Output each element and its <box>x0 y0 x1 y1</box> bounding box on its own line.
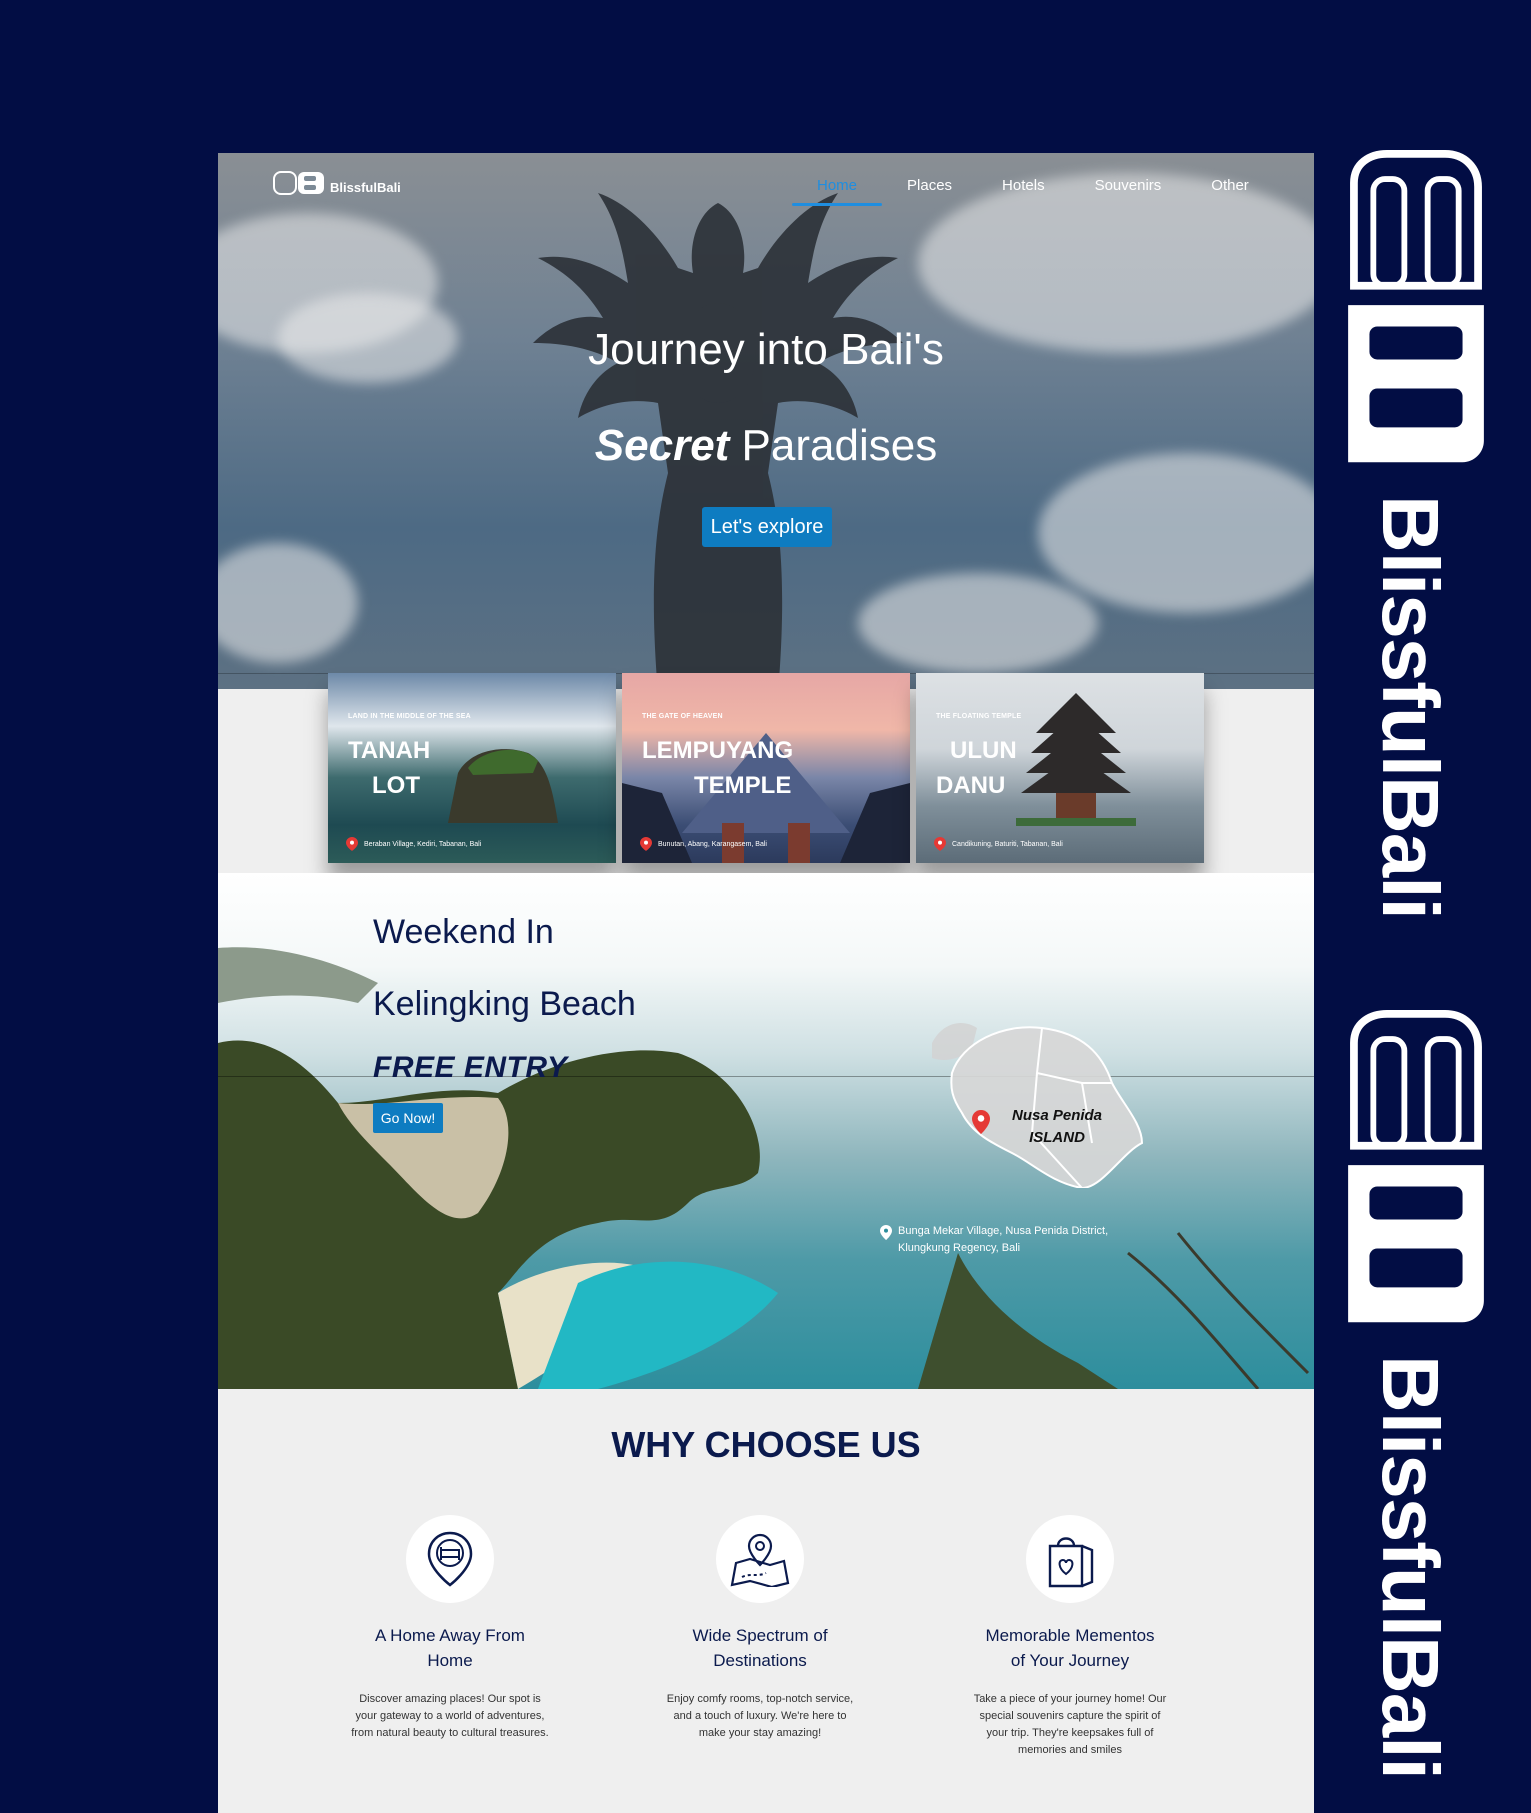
feature-description: Discover amazing places! Our spot is you… <box>351 1693 549 1739</box>
brand-vertical-top: BlissfulBali <box>1346 150 1486 930</box>
why-choose-us-section: WHY CHOOSE US A Home Away From Home Disco… <box>218 0 1314 1813</box>
feature-icon-circle <box>406 1515 494 1603</box>
hotel-pin-icon <box>427 1531 473 1587</box>
feature-home: A Home Away From Home Discover amazing pl… <box>320 1515 580 1742</box>
brand-b-logo-icon <box>1348 1010 1484 1323</box>
brand-b-logo-icon <box>1348 150 1484 463</box>
brand-vertical-bottom: BlissfulBali <box>1346 1010 1486 1800</box>
shopping-bag-icon <box>1048 1537 1094 1588</box>
brand-vertical-text: BlissfulBali <box>1366 495 1455 919</box>
map-route-icon <box>730 1533 790 1587</box>
why-title: WHY CHOOSE US <box>611 1424 921 1465</box>
feature-title-line2: of Your Journey <box>1010 1651 1130 1670</box>
feature-title: A Home Away From Home <box>320 1623 580 1673</box>
feature-title-line2: Destinations <box>713 1651 807 1670</box>
feature-title-line2: Home <box>427 1651 473 1670</box>
feature-title: Wide Spectrum of Destinations <box>630 1623 890 1673</box>
feature-title-line1: Wide Spectrum of <box>692 1626 828 1645</box>
feature-icon-circle <box>716 1515 804 1603</box>
feature-mementos: Memorable Mementos of Your Journey Take a… <box>940 1515 1200 1759</box>
feature-title: Memorable Mementos of Your Journey <box>940 1623 1200 1673</box>
feature-title-line1: Memorable Mementos <box>985 1626 1155 1645</box>
feature-description: Enjoy comfy rooms, top-notch service, an… <box>666 1693 854 1739</box>
feature-icon-circle <box>1026 1515 1114 1603</box>
feature-description: Take a piece of your journey home! Our s… <box>973 1693 1167 1756</box>
brand-vertical-text: BlissfulBali <box>1366 1355 1455 1779</box>
feature-title-line1: A Home Away From <box>375 1626 525 1645</box>
feature-destinations: Wide Spectrum of Destinations Enjoy comfy… <box>630 1515 890 1742</box>
